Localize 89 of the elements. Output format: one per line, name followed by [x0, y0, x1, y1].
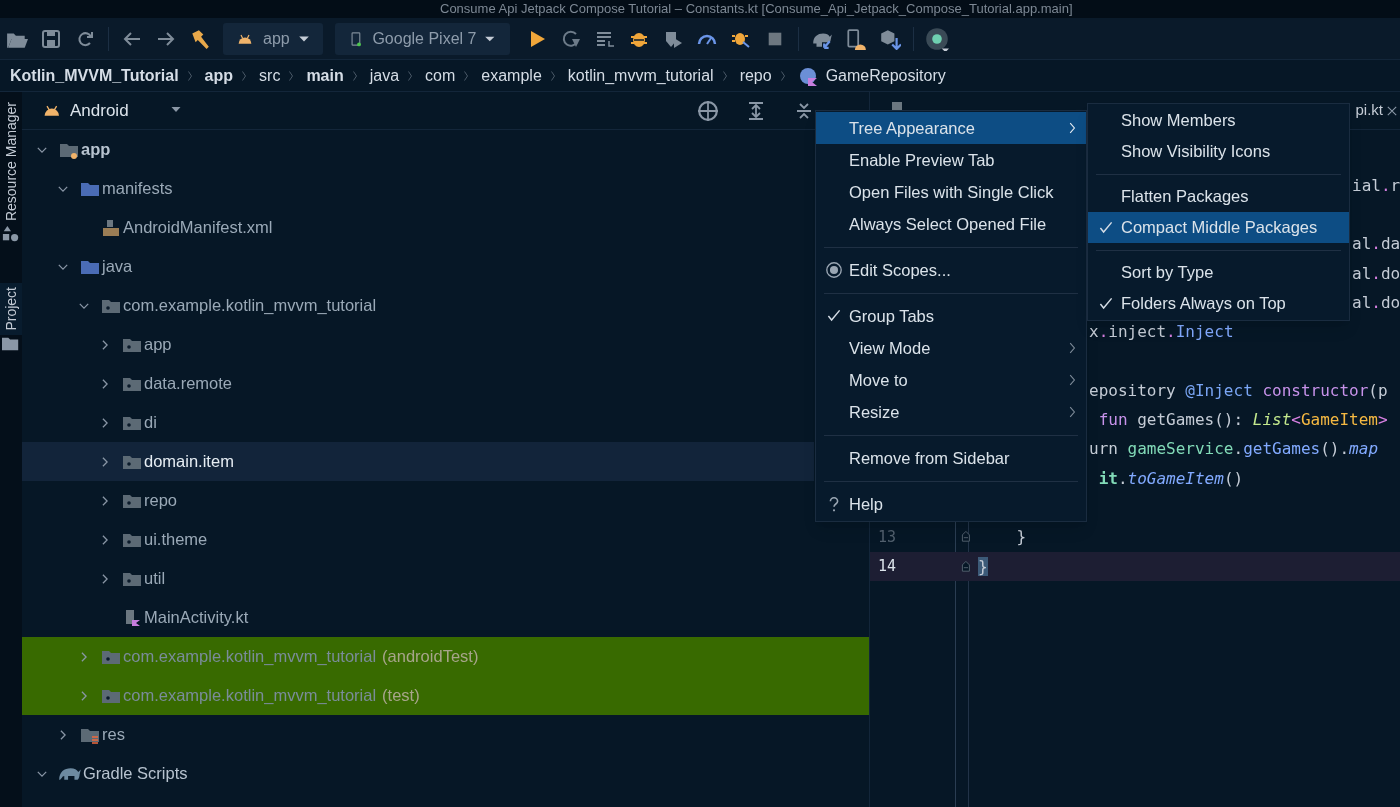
line-number: 13	[878, 526, 897, 548]
check-icon	[1098, 219, 1114, 236]
tree-label: AndroidManifest.xml	[123, 217, 273, 239]
menu-item[interactable]: View Mode	[816, 332, 1086, 364]
code-line: al.do	[1352, 262, 1400, 285]
code-line: it.toGameItem()	[1097, 467, 1244, 490]
menu-item[interactable]: Edit Scopes...	[816, 254, 1086, 286]
tree-label: manifests	[102, 178, 173, 200]
menu-item[interactable]: Group Tabs	[816, 300, 1086, 332]
tree-row[interactable]: app	[22, 130, 814, 169]
menu-item[interactable]: Compact Middle Packages	[1088, 212, 1349, 243]
breadcrumb[interactable]: Kotlin_MVVM_Tutorial	[10, 63, 179, 88]
tree-row[interactable]: manifests	[22, 169, 814, 208]
tree-row[interactable]: di	[22, 403, 814, 442]
tree-label: domain.item	[144, 451, 234, 473]
tree-row[interactable]: java	[22, 247, 814, 286]
menu-item[interactable]: Resize	[816, 396, 1086, 428]
code-line: epository @Inject constructor(p	[1089, 379, 1388, 402]
menu-item[interactable]: Tree Appearance	[816, 112, 1086, 144]
breadcrumb[interactable]: kotlin_mvvm_tutorial	[567, 63, 714, 88]
tree-row[interactable]: res	[22, 715, 814, 754]
shapes-icon	[2, 225, 20, 244]
tree-label: repo	[144, 490, 178, 512]
line-number: 14	[878, 556, 897, 578]
code-line: al.da	[1352, 233, 1400, 256]
tree-label: res	[102, 724, 125, 746]
scope-icon	[825, 261, 843, 279]
code-line: }	[1015, 526, 1027, 549]
tree-label: com.example.kotlin_mvvm_tutorial	[123, 685, 377, 707]
editor-tab[interactable]: pi.kt	[1353, 92, 1400, 129]
tree-row[interactable]: data.remote	[22, 364, 814, 403]
breadcrumb[interactable]: app	[204, 63, 234, 88]
tree-row[interactable]: AndroidManifest.xml	[22, 208, 814, 247]
menu-item[interactable]: Enable Preview Tab	[816, 144, 1086, 176]
tree-label: MainActivity.kt	[144, 607, 249, 629]
breadcrumb[interactable]: GameRepository	[825, 63, 946, 88]
tree-row[interactable]: util	[22, 559, 814, 598]
menu-item[interactable]: Open Files with Single Click	[816, 176, 1086, 208]
tree-row[interactable]: Gradle Scripts	[22, 754, 814, 793]
code-line: fun getGames(): List<GameItem>	[1097, 409, 1388, 431]
tree-label: app	[144, 334, 172, 356]
class-icon	[797, 65, 818, 86]
run-configuration-dropdown[interactable]: app	[223, 22, 323, 55]
tree-label: java	[102, 256, 133, 278]
tree-row[interactable]: repo	[22, 481, 814, 520]
breadcrumb[interactable]: com	[425, 63, 456, 88]
tree-label: util	[144, 568, 166, 590]
code-line: ial.r	[1352, 174, 1400, 197]
tree-row[interactable]: MainActivity.kt	[22, 598, 814, 637]
tree-row[interactable]: app	[22, 325, 814, 364]
breadcrumb[interactable]: main	[306, 63, 344, 88]
tree-row[interactable]: ui.theme	[22, 520, 814, 559]
view-dropdown[interactable]: Android	[70, 97, 183, 124]
breadcrumb[interactable]: example	[481, 63, 542, 88]
menu-item[interactable]: Sort by Type	[1088, 257, 1349, 288]
menu-item[interactable]: Show Members	[1088, 105, 1349, 136]
menu-item[interactable]: Remove from Sidebar	[816, 442, 1086, 474]
tree-label: di	[144, 412, 157, 434]
tree-row[interactable]: domain.item	[22, 442, 814, 481]
breadcrumb[interactable]: repo	[739, 63, 772, 88]
side-tab[interactable]: Project	[0, 283, 22, 335]
close-icon[interactable]	[1386, 104, 1398, 117]
tree-label: Gradle Scripts	[83, 763, 188, 785]
device-dropdown[interactable]: Google Pixel 7	[335, 22, 510, 55]
code-line: urn gameService.getGames().map	[1089, 438, 1378, 461]
tree-suffix: (androidTest)	[382, 646, 479, 668]
tree-label: ui.theme	[144, 529, 208, 551]
menu-item[interactable]: Show Visibility Icons	[1088, 136, 1349, 167]
tree-suffix: (test)	[382, 685, 420, 707]
menu-item[interactable]: Folders Always on Top	[1088, 288, 1349, 319]
code-line: x.inject.Inject	[1089, 321, 1234, 344]
code-line: al.do	[1352, 291, 1400, 314]
elephant-icon	[59, 766, 81, 781]
check-icon	[826, 308, 842, 324]
window-title: Consume Api Jetpack Compose Tutorial – Constants.kt [Consume_Api_Jetpack_Compose_Tutorial.app.main]	[440, 2, 1073, 16]
manifest-file-icon	[101, 217, 121, 238]
menu-item[interactable]: Flatten Packages	[1088, 181, 1349, 212]
check-icon	[1098, 295, 1114, 312]
breadcrumb[interactable]: java	[369, 63, 400, 88]
menu-item[interactable]: Help	[816, 488, 1086, 520]
tree-label: com.example.kotlin_mvvm_tutorial	[123, 646, 377, 668]
side-tab[interactable]: Resource Manager	[0, 98, 22, 226]
menu-item[interactable]: Move to	[816, 364, 1086, 396]
tree-row[interactable]: com.example.kotlin_mvvm_tutorial	[22, 286, 814, 325]
menu-item[interactable]: Always Select Opened File	[816, 208, 1086, 240]
tree-label: com.example.kotlin_mvvm_tutorial	[123, 295, 377, 317]
breadcrumb[interactable]: src	[259, 63, 281, 88]
tree-label: data.remote	[144, 373, 233, 395]
tree-label: app	[81, 139, 111, 161]
